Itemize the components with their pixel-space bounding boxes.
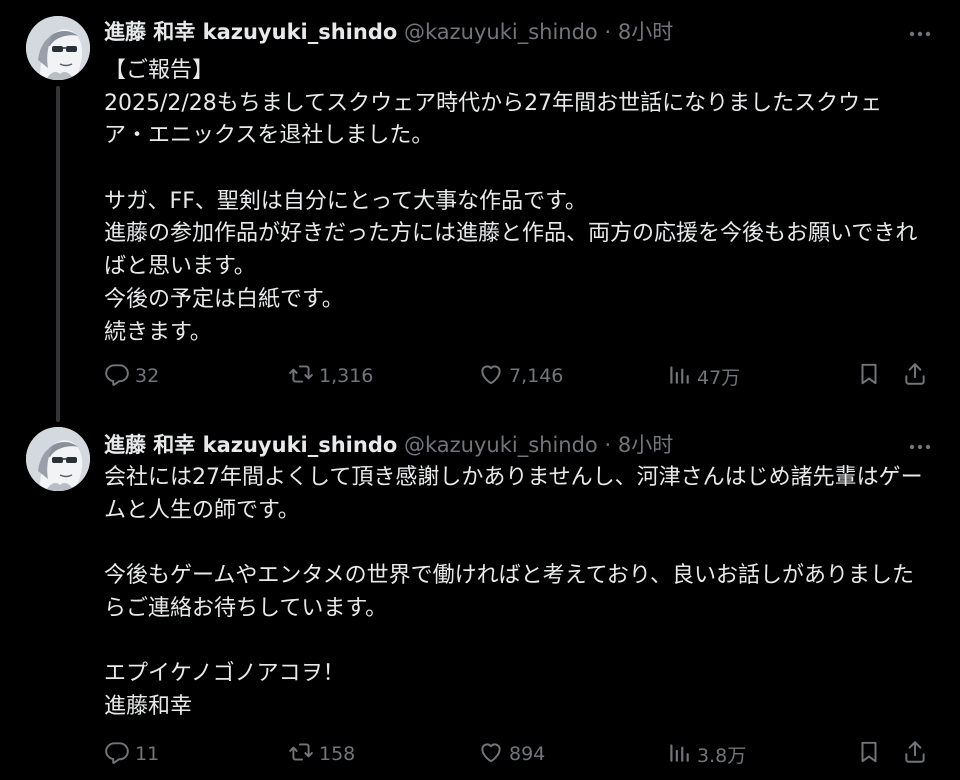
retweet-icon bbox=[288, 739, 314, 770]
like-count: 7,146 bbox=[509, 365, 564, 387]
views-button[interactable]: 47万 bbox=[666, 359, 740, 393]
views-count: 47万 bbox=[697, 366, 741, 389]
text-line: 続きます。 bbox=[104, 319, 212, 345]
separator-dot: · bbox=[604, 433, 612, 457]
text-line: 【ご報告】 bbox=[104, 58, 215, 83]
views-icon bbox=[666, 739, 692, 770]
handle[interactable]: @kazuyuki_shindo bbox=[404, 433, 598, 457]
display-name[interactable]: 進藤 和幸 kazuyuki_shindo bbox=[104, 20, 397, 44]
thread-line bbox=[56, 86, 60, 422]
like-count: 894 bbox=[509, 743, 546, 765]
reply-button[interactable]: 32 bbox=[104, 359, 159, 393]
views-button[interactable]: 3.8万 bbox=[666, 737, 746, 771]
reply-count: 32 bbox=[135, 365, 160, 387]
bookmark-button[interactable] bbox=[856, 737, 882, 771]
bookmark-button[interactable] bbox=[856, 359, 882, 393]
views-icon bbox=[666, 361, 692, 392]
views-count: 3.8万 bbox=[697, 744, 747, 767]
text-line: ア・エニックスを退社しました。 bbox=[104, 123, 434, 149]
reply-button[interactable]: 11 bbox=[104, 737, 159, 771]
like-button[interactable]: 7,146 bbox=[478, 359, 563, 393]
avatar[interactable] bbox=[26, 16, 90, 80]
tweet-header: 進藤 和幸 kazuyuki_shindo @kazuyuki_shindo ·… bbox=[104, 430, 673, 460]
retweet-button[interactable]: 158 bbox=[288, 737, 355, 771]
text-line: 進藤和幸 bbox=[104, 693, 193, 719]
text-line: らご連絡お待ちしています。 bbox=[104, 595, 388, 621]
like-icon bbox=[478, 739, 504, 770]
retweet-button[interactable]: 1,316 bbox=[288, 359, 373, 393]
timestamp[interactable]: 8小时 bbox=[618, 20, 673, 44]
tweet-header: 進藤 和幸 kazuyuki_shindo @kazuyuki_shindo ·… bbox=[104, 17, 673, 47]
reply-icon bbox=[104, 361, 130, 392]
text-line: ばと思います。 bbox=[104, 254, 256, 280]
action-bar: 32 1,316 7,146 47万 bbox=[104, 359, 936, 393]
text-line: 今後もゲームやエンタメの世界で働ければと考えており、良いお話しがありました bbox=[104, 563, 915, 589]
text-line: 2025/2/28もちましてスクウェア時代から27年間お世話になりましたスクウェ bbox=[104, 90, 883, 116]
tweet[interactable]: 進藤 和幸 kazuyuki_shindo @kazuyuki_shindo ·… bbox=[0, 415, 960, 780]
action-bar: 11 158 894 3.8万 bbox=[104, 737, 936, 771]
handle[interactable]: @kazuyuki_shindo bbox=[404, 20, 598, 44]
avatar[interactable] bbox=[26, 427, 90, 491]
text-line: ムと人生の師です。 bbox=[104, 497, 300, 523]
text-line: 進藤の参加作品が好きだった方には進藤と作品、両方の応援を今後もお願いできれ bbox=[104, 221, 918, 247]
display-name[interactable]: 進藤 和幸 kazuyuki_shindo bbox=[104, 433, 397, 457]
retweet-count: 1,316 bbox=[319, 365, 374, 387]
more-icon[interactable] bbox=[906, 20, 934, 48]
like-icon bbox=[478, 361, 504, 392]
reply-count: 11 bbox=[135, 743, 160, 765]
like-button[interactable]: 894 bbox=[478, 737, 545, 771]
retweet-icon bbox=[288, 361, 314, 392]
tweet-text: 【ご報告】 2025/2/28もちましてスクウェア時代から27年間お世話になりま… bbox=[104, 55, 940, 349]
tweet[interactable]: 進藤 和幸 kazuyuki_shindo @kazuyuki_shindo ·… bbox=[0, 0, 960, 422]
share-button[interactable] bbox=[902, 359, 928, 393]
bookmark-icon bbox=[856, 739, 882, 770]
tweet-text: 会社には27年間よくして頂き感謝しかありませんし、河津さんはじめ諸先輩はゲー ム… bbox=[104, 462, 940, 724]
text-line: 今後の予定は白紙です。 bbox=[104, 286, 344, 312]
reply-icon bbox=[104, 739, 130, 770]
separator-dot: · bbox=[604, 20, 612, 44]
text-line: エプイケノゴノアコヲ！ bbox=[104, 661, 345, 687]
share-icon bbox=[902, 361, 928, 392]
retweet-count: 158 bbox=[319, 743, 356, 765]
timestamp[interactable]: 8小时 bbox=[618, 433, 673, 457]
text-line: サガ、FF、聖剣は自分にとって大事な作品です。 bbox=[104, 188, 587, 214]
bookmark-icon bbox=[856, 361, 882, 392]
share-button[interactable] bbox=[902, 737, 928, 771]
more-icon[interactable] bbox=[906, 433, 934, 461]
text-line: 会社には27年間よくして頂き感謝しかありませんし、河津さんはじめ諸先輩はゲー bbox=[104, 465, 923, 490]
share-icon bbox=[902, 739, 928, 770]
